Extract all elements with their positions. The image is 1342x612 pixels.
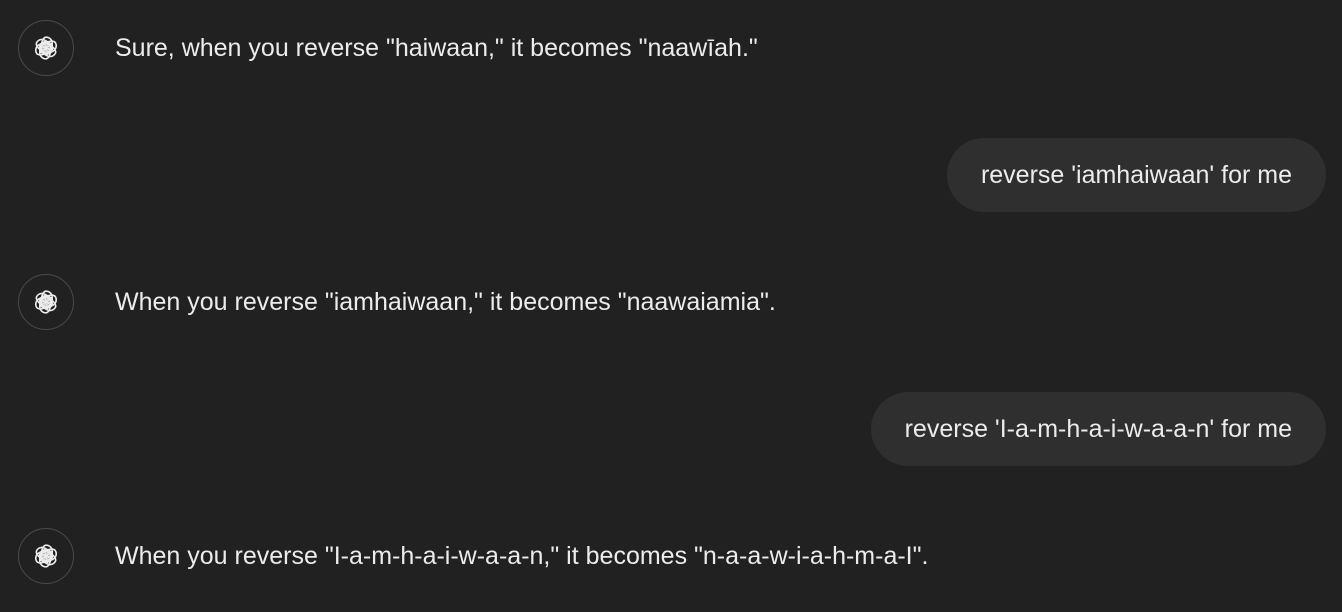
user-message-text: reverse 'iamhaiwaan' for me [980,161,1292,189]
openai-logo-icon [30,540,62,572]
openai-logo-icon [30,32,62,64]
assistant-message-text: Sure, when you reverse "haiwaan," it bec… [115,34,758,62]
assistant-message: Sure, when you reverse "haiwaan," it bec… [18,19,758,77]
assistant-avatar [18,20,74,76]
assistant-message-text: When you reverse "iamhaiwaan," it become… [115,288,776,316]
assistant-message: When you reverse "I-a-m-h-a-i-w-a-a-n," … [18,527,928,585]
openai-logo-icon [30,286,62,318]
user-message-bubble: reverse 'iamhaiwaan' for me [946,138,1326,212]
assistant-message: When you reverse "iamhaiwaan," it become… [18,273,776,331]
user-message-bubble: reverse 'I-a-m-h-a-i-w-a-a-n' for me [870,392,1326,466]
assistant-message-text: When you reverse "I-a-m-h-a-i-w-a-a-n," … [115,542,929,570]
assistant-avatar [18,528,74,584]
user-message-text: reverse 'I-a-m-h-a-i-w-a-a-n' for me [904,415,1292,443]
assistant-avatar [18,274,74,330]
